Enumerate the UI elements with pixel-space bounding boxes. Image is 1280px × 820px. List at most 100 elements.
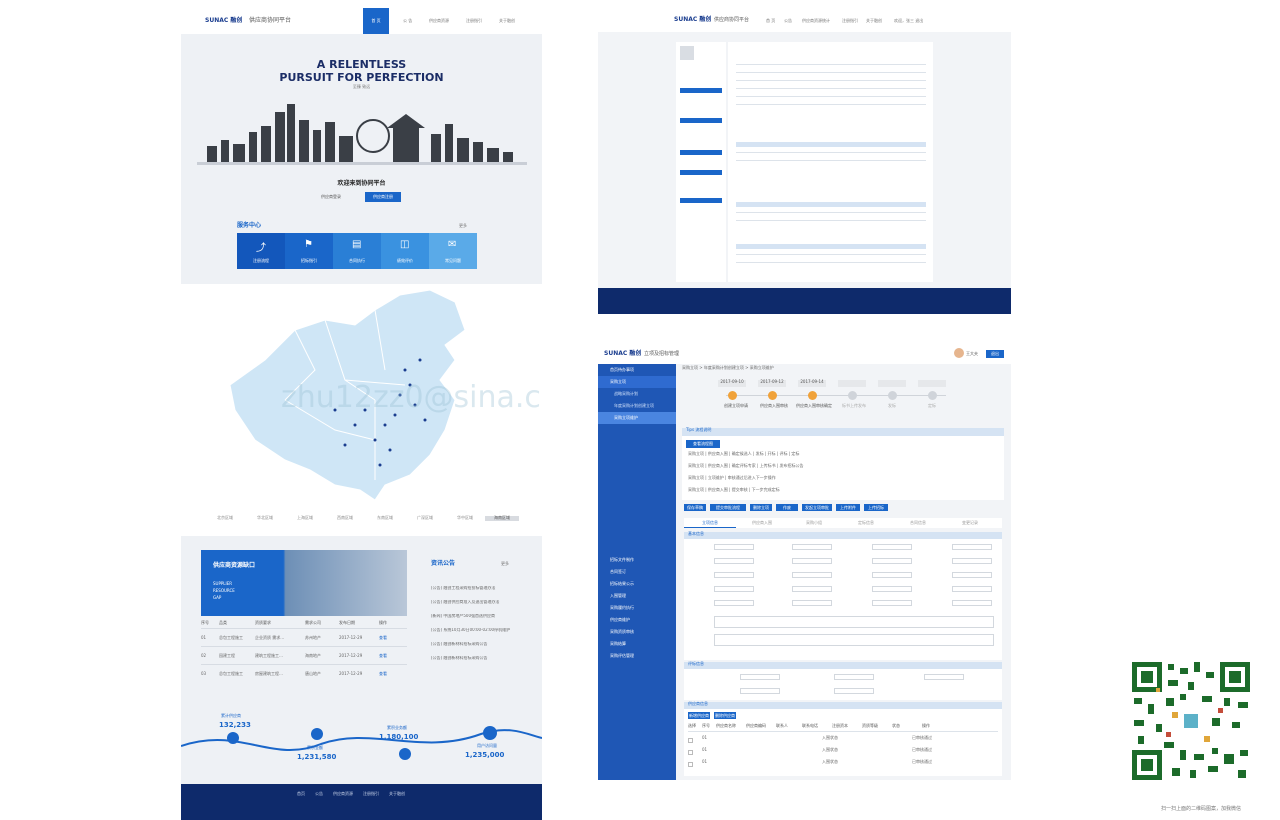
service-tile-contract[interactable]: ▤ 合同执行: [333, 233, 381, 269]
supplier-login-link[interactable]: 供应商登录: [321, 194, 341, 200]
region-tab[interactable]: 西南区域: [325, 515, 365, 521]
sidebar-item[interactable]: 采购履约执行: [598, 602, 676, 614]
sidebar-item[interactable]: 首页待办事项: [598, 364, 676, 376]
row-checkbox[interactable]: [688, 762, 693, 767]
delete-supplier-button[interactable]: 删除供应商: [714, 712, 736, 719]
region-tab[interactable]: 华中区域: [445, 515, 485, 521]
news-more-link[interactable]: 更多: [501, 561, 509, 567]
form-field[interactable]: [952, 586, 992, 592]
logo[interactable]: SUNAC 融创: [674, 16, 711, 24]
form-field[interactable]: [740, 674, 780, 680]
wechat-qr-code[interactable]: [1128, 658, 1254, 784]
sidebar-item[interactable]: 采购立项: [598, 376, 676, 388]
form-field[interactable]: [952, 572, 992, 578]
region-tab[interactable]: 东南区域: [365, 515, 405, 521]
form-field[interactable]: [714, 558, 754, 564]
sidebar-item-active[interactable]: 采购立项维护: [598, 412, 676, 424]
form-field[interactable]: [740, 688, 780, 694]
service-more-link[interactable]: 更多: [459, 223, 467, 229]
submit-approval-button[interactable]: 提交审批流程: [710, 504, 746, 511]
nav-home[interactable]: 首 页: [363, 8, 389, 34]
nav-guide[interactable]: 注册指引: [466, 18, 482, 24]
form-field[interactable]: [834, 674, 874, 680]
sidebar-item[interactable]: 招标结果公示: [598, 578, 676, 590]
sidebar-item[interactable]: 年度采购计划创建立项: [598, 400, 676, 412]
service-tile-faq[interactable]: ✉ 常见问题: [429, 233, 477, 269]
form-textarea[interactable]: [714, 616, 994, 628]
sidebar-item[interactable]: 入围管理: [598, 590, 676, 602]
sidebar-item[interactable]: 供应商维护: [598, 614, 676, 626]
save-draft-button[interactable]: 保存草稿: [684, 504, 706, 511]
sidebar-item[interactable]: 战略采购计划: [598, 388, 676, 400]
avatar[interactable]: [680, 46, 694, 60]
avatar[interactable]: [954, 348, 964, 358]
nav-guide[interactable]: 注册指引: [842, 18, 858, 24]
news-item[interactable]: [公告] 融创供应商准入及退出管理办法: [431, 600, 531, 614]
view-link[interactable]: 查看: [379, 647, 399, 664]
upload-bid-button[interactable]: 上传招标: [864, 504, 888, 511]
news-item[interactable]: [公告] 融创新材料招标采购公告: [431, 656, 531, 670]
region-tab-active[interactable]: 海南区域: [485, 515, 519, 521]
form-field[interactable]: [952, 544, 992, 550]
tab-changelog[interactable]: 变更记录: [944, 518, 996, 528]
form-field[interactable]: [792, 544, 832, 550]
service-tile-register[interactable]: ⤴ 注册流程: [237, 233, 285, 269]
news-item[interactable]: [公告] 系统10月30日00:00-02:00停机维护: [431, 628, 531, 642]
service-tile-bidding[interactable]: ⚑ 招标指引: [285, 233, 333, 269]
nav-notice[interactable]: 公告: [784, 18, 792, 24]
delete-project-button[interactable]: 删除立项: [750, 504, 772, 511]
news-item[interactable]: [新闻] 中国房地产500强首选供应商: [431, 614, 531, 628]
region-tab[interactable]: 上海区域: [285, 515, 325, 521]
tab-team[interactable]: 采购小组: [788, 518, 840, 528]
form-textarea[interactable]: [714, 634, 994, 646]
sidebar-item[interactable]: 采购评估管理: [598, 650, 676, 662]
news-item[interactable]: [公告] 融创新材料招标采购公告: [431, 642, 531, 656]
form-field[interactable]: [872, 558, 912, 564]
region-tab[interactable]: 华北区域: [245, 515, 285, 521]
tab-supplier[interactable]: 供应商入围: [736, 518, 788, 528]
logo[interactable]: SUNAC 融创: [205, 17, 242, 25]
sidebar-item[interactable]: 采购资质审核: [598, 626, 676, 638]
form-field[interactable]: [952, 600, 992, 606]
user-greeting[interactable]: 欢迎，张三 退出: [894, 18, 923, 24]
form-field[interactable]: [952, 558, 992, 564]
form-field[interactable]: [792, 558, 832, 564]
service-tile-evaluation[interactable]: ◫ 绩效评价: [381, 233, 429, 269]
logout-button[interactable]: 退出: [986, 350, 1004, 358]
tab-project-info[interactable]: 立项信息: [684, 518, 736, 528]
form-field[interactable]: [924, 674, 964, 680]
nav-notice[interactable]: 公 告: [403, 18, 412, 24]
region-tab[interactable]: 北京区域: [205, 515, 245, 521]
row-checkbox[interactable]: [688, 738, 693, 743]
row-checkbox[interactable]: [688, 750, 693, 755]
upload-attachment-button[interactable]: 上传附件: [836, 504, 860, 511]
tab-contract[interactable]: 合同信息: [892, 518, 944, 528]
add-supplier-button[interactable]: 新增供应商: [688, 712, 710, 719]
form-field[interactable]: [792, 586, 832, 592]
form-field[interactable]: [714, 586, 754, 592]
view-link[interactable]: 查看: [379, 629, 399, 646]
tab-award[interactable]: 定标信息: [840, 518, 892, 528]
nav-about[interactable]: 关于融创: [866, 18, 882, 24]
nav-resources[interactable]: 供应商资源统计: [802, 18, 830, 24]
sidebar-item[interactable]: 采购结算: [598, 638, 676, 650]
form-field[interactable]: [714, 544, 754, 550]
form-field[interactable]: [872, 544, 912, 550]
form-field[interactable]: [792, 600, 832, 606]
form-field[interactable]: [834, 688, 874, 694]
form-field[interactable]: [872, 572, 912, 578]
nav-resources[interactable]: 供应商资源: [429, 18, 449, 24]
start-approval-button[interactable]: 发起立项审批: [802, 504, 832, 511]
nav-home[interactable]: 首 页: [766, 18, 775, 24]
news-item[interactable]: [公告] 融创工程采购招投标管理办法: [431, 586, 531, 600]
logo[interactable]: SUNAC 融创: [604, 350, 641, 358]
view-flowchart-button[interactable]: 查看流程图: [686, 440, 720, 448]
form-field[interactable]: [872, 600, 912, 606]
form-field[interactable]: [714, 600, 754, 606]
form-field[interactable]: [714, 572, 754, 578]
void-button[interactable]: 作废: [776, 504, 798, 511]
sidebar-item[interactable]: 招标文件制作: [598, 554, 676, 566]
form-field[interactable]: [792, 572, 832, 578]
view-link[interactable]: 查看: [379, 665, 399, 682]
sidebar-item[interactable]: 合同签订: [598, 566, 676, 578]
